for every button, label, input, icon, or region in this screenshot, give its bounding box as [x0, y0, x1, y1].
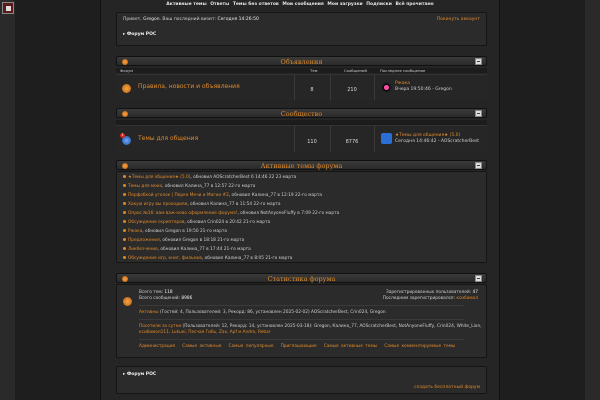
nav-mark-read[interactable]: Всё прочитано: [395, 2, 433, 7]
active-topics-list: ★Темы для общения★ (5.0), обновил AOScra…: [116, 171, 487, 263]
topic-count: 110: [307, 139, 317, 145]
last-registered: Последним зарегистрировался: ксибамол: [382, 296, 478, 301]
registered-users: Зарегистрированных пользователей: 47: [385, 290, 478, 295]
welcome-panel: Привет, Gregon. Ваш последний визит: Сег…: [116, 12, 487, 46]
footer-panel: ▸ Форум РОС создать бесплатный форум: [116, 366, 487, 394]
last-post-meta: Сегодня 14:46:42 - AOScratcherBest: [395, 139, 480, 144]
topic-link[interactable]: Обсуждение скриптеров: [128, 220, 184, 225]
forum-row-chat: 1 Темы для общения 110 8776 ★Темы для об…: [116, 125, 487, 152]
last-post-meta: Вчера 19:50:46 - Gregon: [395, 87, 452, 92]
site-logo-icon[interactable]: [2, 2, 14, 14]
total-topics: Всего тем: 118: [139, 290, 173, 295]
statistics-title: Статистика форума: [267, 275, 336, 283]
topic-link[interactable]: Темы для моих: [128, 184, 162, 189]
category-header-announcements: Объявления: [116, 56, 487, 66]
list-item: Предложения, обновил Gregon в 18:18 21-г…: [123, 238, 244, 243]
stats-orb-icon: [123, 297, 132, 306]
link-most-popular[interactable]: Самые популярные: [228, 344, 273, 349]
list-item: ★Темы для общения★ (5.0), обновил AOScra…: [123, 175, 296, 180]
list-item: Ржака, обновил Gregon в 19:50 21-го март…: [123, 229, 227, 234]
topic-link[interactable]: ★Темы для общения★ (5.0): [128, 175, 190, 180]
greeting-prefix: Привет,: [123, 17, 142, 22]
forum-container: Активные темы Ответы Темы без ответов Мо…: [100, 0, 500, 400]
list-item: Обсуждение игр, книг, фильмов, обновил К…: [123, 256, 292, 261]
list-item: Перфобкой уголок | Перке Мечи и Магии #2…: [123, 193, 322, 198]
nav-my-uploads[interactable]: Мои загрузки: [327, 2, 362, 7]
col-last-post: Последнее сообщение: [380, 68, 426, 73]
forum-row-rules: Правила, новости и объявления 8 210 Ржак…: [116, 74, 487, 100]
topic-count: 8: [310, 87, 314, 93]
collapse-icon[interactable]: [475, 110, 482, 117]
topic-link[interactable]: Хакую игру вы проходили: [128, 202, 187, 207]
nav-active-topics[interactable]: Активные темы: [166, 2, 206, 7]
topic-link[interactable]: Предложения: [128, 238, 160, 243]
post-count: 210: [347, 87, 357, 93]
col-posts: Сообщений: [344, 68, 367, 73]
list-item: Темы для моих, обновил Калина_77 в 12:57…: [123, 184, 255, 189]
active-topics-title: Активные темы форума: [260, 162, 343, 170]
active-topics-header: Активные темы форума: [116, 160, 487, 170]
link-commented-topics[interactable]: Самые комментируемые темы: [384, 344, 455, 349]
nav-unanswered[interactable]: Темы без ответов: [233, 2, 279, 7]
top-navigation: Активные темы Ответы Темы без ответов Мо…: [101, 0, 499, 9]
last-poster-avatar[interactable]: [381, 82, 392, 93]
footer-breadcrumb[interactable]: ▸ Форум РОС: [123, 372, 156, 377]
nav-subscriptions[interactable]: Подписки: [366, 2, 392, 7]
nav-replies[interactable]: Ответы: [210, 2, 229, 7]
collapse-icon[interactable]: [475, 275, 482, 282]
last-visit-label: Ваш последний визит:: [162, 17, 216, 22]
collapse-icon[interactable]: [475, 58, 482, 65]
statistics-panel: Всего тем: 118 Всего сообщений: 8986 Зар…: [116, 284, 487, 358]
forum-table-header: Форум Тем Сообщений Последнее сообщение: [116, 68, 487, 73]
list-item: Хакую игру вы проходили, обновил Калина_…: [123, 202, 281, 207]
category-title[interactable]: Сообщество: [117, 110, 486, 118]
last-post-title[interactable]: ★Темы для общения★ (5.0): [395, 133, 460, 138]
unread-badge: 1: [120, 133, 125, 138]
post-count: 8776: [345, 139, 359, 145]
collapse-icon[interactable]: [475, 162, 482, 169]
topic-link[interactable]: Перфобкой уголок | Перке Мечи и Магии #2: [128, 193, 229, 198]
visited-today: Посетили за сутки (Пользователей: 12, Ре…: [139, 324, 482, 329]
active-users: Активны (Гостей: 4, Пользователей: 3, Ре…: [139, 310, 386, 315]
greeting-username[interactable]: Gregon: [143, 17, 159, 22]
total-posts: Всего сообщений: 8986: [139, 296, 193, 301]
nav-my-posts[interactable]: Мои сообщения: [282, 2, 323, 7]
create-forum-link[interactable]: создать бесплатный форум: [414, 385, 480, 390]
list-item: Ликбезчение, обновил Калина_77 в 17:44 2…: [123, 247, 251, 252]
visited-today-continued[interactable]: ксибамол111, Lukuei, Песчая Гибь, Zax, A…: [139, 330, 271, 335]
forum-name[interactable]: Правила, новости и объявления: [138, 83, 240, 90]
link-administration[interactable]: Администрация: [139, 344, 175, 349]
forum-name[interactable]: Темы для общения: [138, 135, 198, 142]
forum-orb-icon: [122, 84, 131, 93]
topic-link[interactable]: Опрос №16: вам важ-ново оформление форум…: [128, 211, 237, 216]
logout-link[interactable]: Покинуть аккаунт: [437, 17, 480, 22]
greeting-line: Привет, Gregon. Ваш последний визит: Сег…: [123, 17, 259, 22]
last-visit-value: Сегодня 14:26:50: [217, 17, 259, 22]
stat-links: Администрация Самые активные Самые попул…: [139, 344, 455, 349]
col-forum: Форум: [120, 68, 134, 73]
link-active-topics[interactable]: Самые активные темы: [324, 344, 377, 349]
topic-link[interactable]: Ликбезчение: [128, 247, 158, 252]
breadcrumb[interactable]: ▸ Форум РОС: [123, 32, 156, 37]
col-topics: Тем: [310, 68, 318, 73]
last-poster-avatar[interactable]: [381, 133, 392, 144]
last-post-title[interactable]: Ржака: [395, 81, 410, 86]
statistics-header: Статистика форума: [116, 273, 487, 283]
topic-link[interactable]: Ржака: [128, 229, 142, 234]
category-title[interactable]: Объявления: [117, 58, 486, 66]
topic-link[interactable]: Обсуждение игр, книг, фильмов: [128, 256, 202, 261]
link-inviters[interactable]: Приглашающие: [281, 344, 317, 349]
category-header-community: Сообщество: [116, 108, 487, 118]
list-item: Опрос №16: вам важ-ново оформление форум…: [123, 211, 339, 216]
list-item: Обсуждение скриптеров, обновил Crin024 в…: [123, 220, 270, 225]
link-most-active[interactable]: Самые активные: [182, 344, 221, 349]
